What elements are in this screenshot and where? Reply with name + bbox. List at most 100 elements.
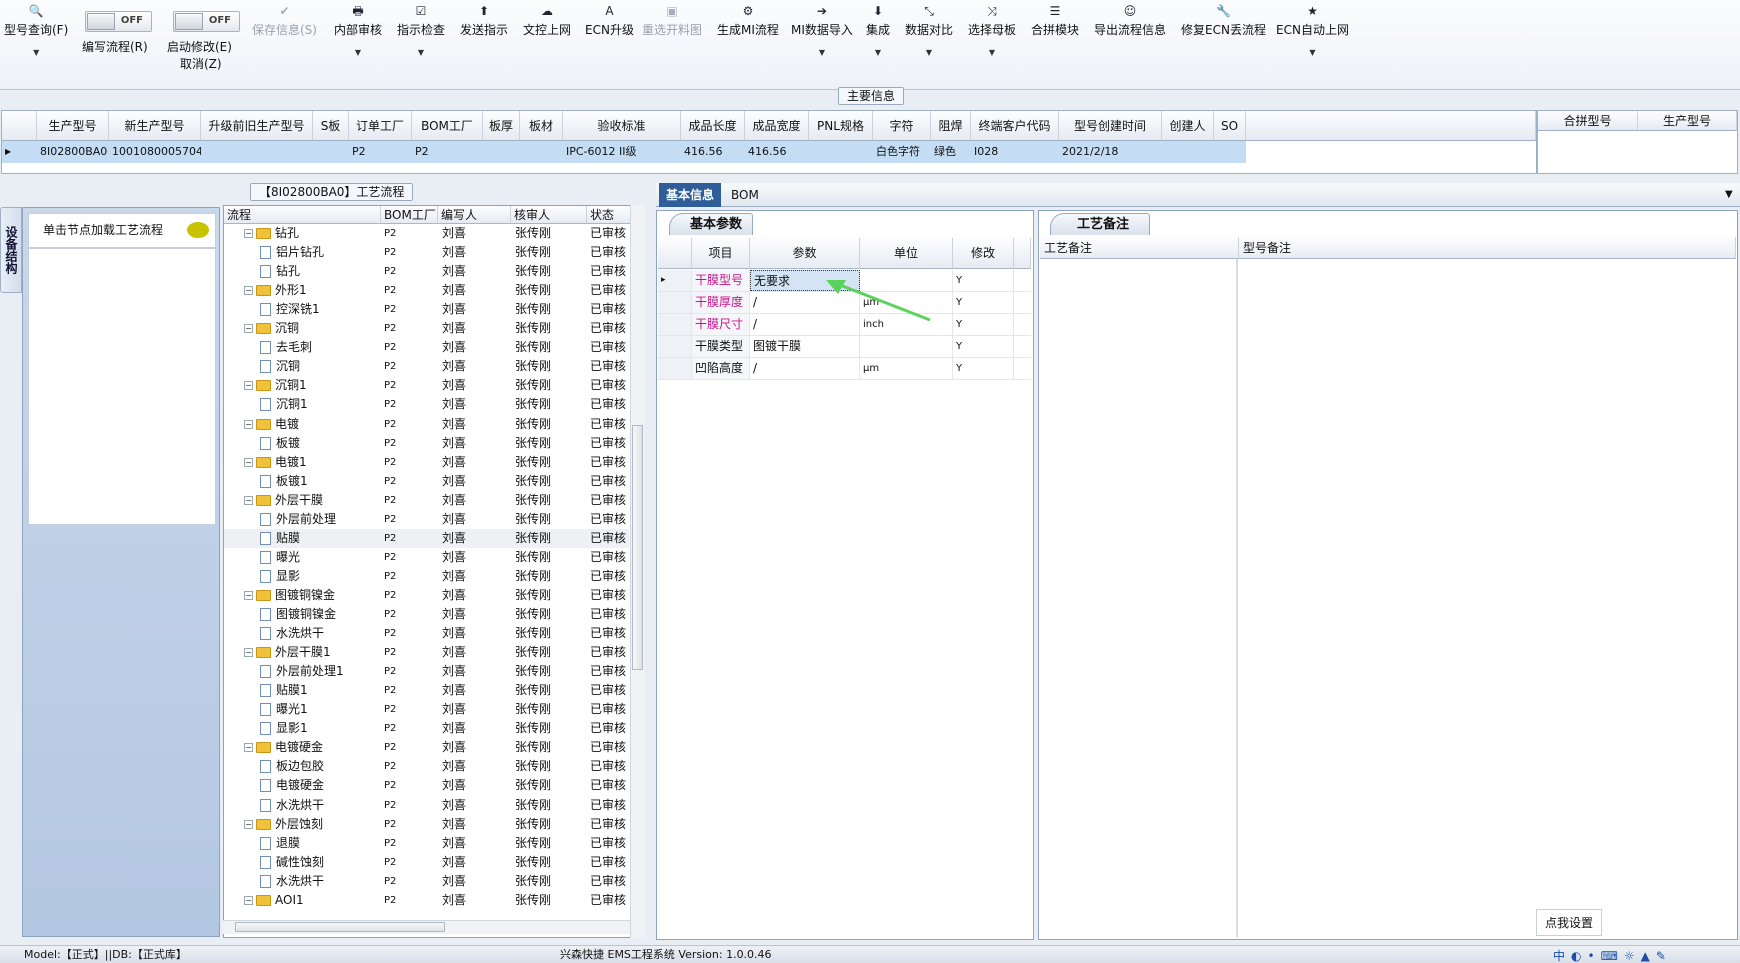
merge-module-button[interactable]: ☰ 合拼模块 (1031, 4, 1079, 38)
tab-bom[interactable]: BOM (724, 183, 766, 207)
basic-params-title[interactable]: 基本参数 (669, 213, 754, 235)
col-header[interactable]: 生产型号 (1638, 111, 1737, 131)
tree-leaf-node[interactable]: 板镀1 P2 刘喜 张传刚 已审核 (224, 472, 629, 491)
auto-modify-toggle[interactable]: OFF (173, 11, 240, 32)
tree-group-node[interactable]: − 电镀1 P2 刘喜 张传刚 已审核 (224, 453, 629, 472)
col-header[interactable]: 合拼型号 (1538, 111, 1638, 131)
tab-basic-info[interactable]: 基本信息 (659, 183, 722, 207)
col-header[interactable]: 型号备注 (1239, 237, 1736, 259)
tree-leaf-node[interactable]: 曝光 P2 刘喜 张传刚 已审核 (224, 548, 629, 567)
collapse-icon[interactable]: − (244, 324, 253, 334)
write-flow-toggle[interactable]: OFF (85, 11, 152, 32)
mi-data-import-button[interactable]: ➔ MI数据导入 ▼ (791, 4, 853, 57)
col-header[interactable]: 状态 (587, 206, 631, 224)
tree-leaf-node[interactable]: 退膜 P2 刘喜 张传刚 已审核 (224, 834, 629, 853)
tray-icons[interactable]: ◐•⌨☼▲✎ (1571, 949, 1672, 963)
tree-leaf-node[interactable]: 板镀 P2 刘喜 张传刚 已审核 (224, 434, 629, 453)
col-header[interactable]: 编写人 (438, 206, 511, 224)
reselect-layout-button[interactable]: ▣ 重选开料图 (642, 4, 702, 38)
cell[interactable]: P2 (349, 141, 412, 163)
integrate-button[interactable]: ⬇ 集成 ▼ (866, 4, 890, 57)
directive-check-button[interactable]: ☑ 指示检查 ▼ (397, 4, 445, 57)
col-header[interactable]: BOM工厂 (381, 206, 438, 224)
tree-group-node[interactable]: − 外形1 P2 刘喜 张传刚 已审核 (224, 281, 629, 300)
tree-leaf-node[interactable]: 贴膜 P2 刘喜 张传刚 已审核 (224, 528, 629, 548)
col-header[interactable]: S板 (313, 111, 349, 141)
gen-mi-flow-button[interactable]: ⚙ 生成MI流程 (717, 4, 779, 38)
tree-group-node[interactable]: − 外层干膜 P2 刘喜 张传刚 已审核 (224, 491, 629, 510)
data-compare-button[interactable]: ⤡ 数据对比 ▼ (905, 4, 953, 57)
col-header[interactable]: 字符 (873, 111, 931, 141)
collapse-icon[interactable]: − (244, 895, 253, 905)
collapse-icon[interactable]: − (244, 743, 253, 753)
collapse-icon[interactable]: − (244, 229, 253, 238)
tree-leaf-node[interactable]: 外层前处理1 P2 刘喜 张传刚 已审核 (224, 662, 629, 681)
col-header[interactable]: 新生产型号 (109, 111, 201, 141)
tree-leaf-node[interactable]: 显影1 P2 刘喜 张传刚 已审核 (224, 719, 629, 738)
collapse-icon[interactable]: − (244, 419, 253, 429)
col-header[interactable]: 板材 (520, 111, 563, 141)
col-header[interactable]: 参数 (750, 238, 860, 269)
cell[interactable] (313, 141, 349, 163)
cell[interactable]: P2 (412, 141, 483, 163)
col-header[interactable]: 终端客户代码 (971, 111, 1059, 141)
tree-leaf-node[interactable]: 电镀硬金 P2 刘喜 张传刚 已审核 (224, 776, 629, 795)
tree-leaf-node[interactable]: 沉铜1 P2 刘喜 张传刚 已审核 (224, 395, 629, 414)
cell[interactable] (201, 141, 313, 163)
col-header[interactable]: 板厚 (483, 111, 520, 141)
col-header[interactable]: 核审人 (511, 206, 587, 224)
tree-group-node[interactable]: − 外层干膜1 P2 刘喜 张传刚 已审核 (224, 643, 629, 662)
col-header[interactable]: 流程 (224, 206, 381, 224)
tree-leaf-node[interactable]: 图镀铜镍金 P2 刘喜 张传刚 已审核 (224, 605, 629, 624)
col-header[interactable]: 订单工厂 (349, 111, 412, 141)
cell[interactable]: 8I02800BA0 (37, 141, 109, 163)
select-master-button[interactable]: ⤨ 选择母板 ▼ (968, 4, 1016, 57)
tree-leaf-node[interactable]: 贴膜1 P2 刘喜 张传刚 已审核 (224, 681, 629, 700)
tree-leaf-node[interactable]: 去毛刺 P2 刘喜 张传刚 已审核 (224, 338, 629, 357)
col-header[interactable]: SO (1214, 111, 1246, 141)
tree-leaf-node[interactable]: 铝片钻孔 P2 刘喜 张传刚 已审核 (224, 243, 629, 262)
col-header[interactable]: BOM工厂 (412, 111, 483, 141)
cell[interactable] (809, 141, 873, 163)
cell[interactable]: 白色字符 (873, 141, 931, 163)
ecn-upgrade-button[interactable]: A ECN升级 (585, 4, 634, 38)
internal-review-button[interactable]: 🖶 内部审核 ▼ (334, 4, 382, 57)
remark-title[interactable]: 工艺备注 (1050, 213, 1151, 235)
row-indicator-icon[interactable]: ▶ (2, 141, 37, 163)
param-row[interactable]: 干膜类型 图镀干膜 Y (658, 336, 1031, 358)
tree-group-node[interactable]: − AOI1 P2 刘喜 张传刚 已审核 (224, 891, 629, 910)
cell[interactable]: 绿色 (931, 141, 971, 163)
fix-ecn-button[interactable]: 🔧 修复ECN丢流程 (1181, 4, 1266, 38)
param-param[interactable]: / (750, 358, 860, 379)
col-header[interactable]: 工艺备注 (1040, 237, 1239, 259)
tree-group-node[interactable]: − 钻孔 P2 刘喜 张传刚 已审核 (224, 224, 629, 243)
col-header[interactable]: 生产型号 (37, 111, 109, 141)
col-header[interactable]: 型号创建时间 (1059, 111, 1162, 141)
collapse-icon[interactable]: − (244, 286, 253, 296)
collapse-icon[interactable]: − (244, 457, 253, 467)
col-header[interactable]: 升级前旧生产型号 (201, 111, 313, 141)
tree-group-node[interactable]: − 电镀硬金 P2 刘喜 张传刚 已审核 (224, 738, 629, 757)
cell[interactable] (483, 141, 520, 163)
chevron-down-icon[interactable]: ▼ (1718, 183, 1740, 207)
tree-leaf-node[interactable]: 曝光1 P2 刘喜 张传刚 已审核 (224, 700, 629, 719)
cell[interactable]: 416.56 (745, 141, 809, 163)
col-header[interactable]: 验收标准 (563, 111, 681, 141)
save-info-button[interactable]: ✔ 保存信息(S) (252, 4, 317, 38)
collapse-icon[interactable]: − (244, 648, 253, 658)
col-header[interactable]: 成品长度 (681, 111, 745, 141)
collapse-icon[interactable]: − (244, 590, 253, 600)
tree-leaf-node[interactable]: 水洗烘干 P2 刘喜 张传刚 已审核 (224, 796, 629, 815)
collapse-icon[interactable]: − (244, 495, 253, 505)
tree-leaf-node[interactable]: 钻孔 P2 刘喜 张传刚 已审核 (224, 262, 629, 281)
tree-leaf-node[interactable]: 水洗烘干 P2 刘喜 张传刚 已审核 (224, 872, 629, 891)
cell[interactable] (1162, 141, 1214, 163)
cell[interactable] (520, 141, 563, 163)
doc-upload-button[interactable]: ☁ 文控上网 (523, 4, 571, 38)
col-header[interactable]: 单位 (860, 238, 953, 269)
param-row[interactable]: 凹陷高度 / μm Y (658, 358, 1031, 380)
collapse-icon[interactable]: − (244, 819, 253, 829)
tree-leaf-node[interactable]: 沉铜 P2 刘喜 张传刚 已审核 (224, 357, 629, 376)
ime-indicator[interactable]: 中 (1553, 949, 1571, 963)
cell[interactable]: 416.56 (681, 141, 745, 163)
